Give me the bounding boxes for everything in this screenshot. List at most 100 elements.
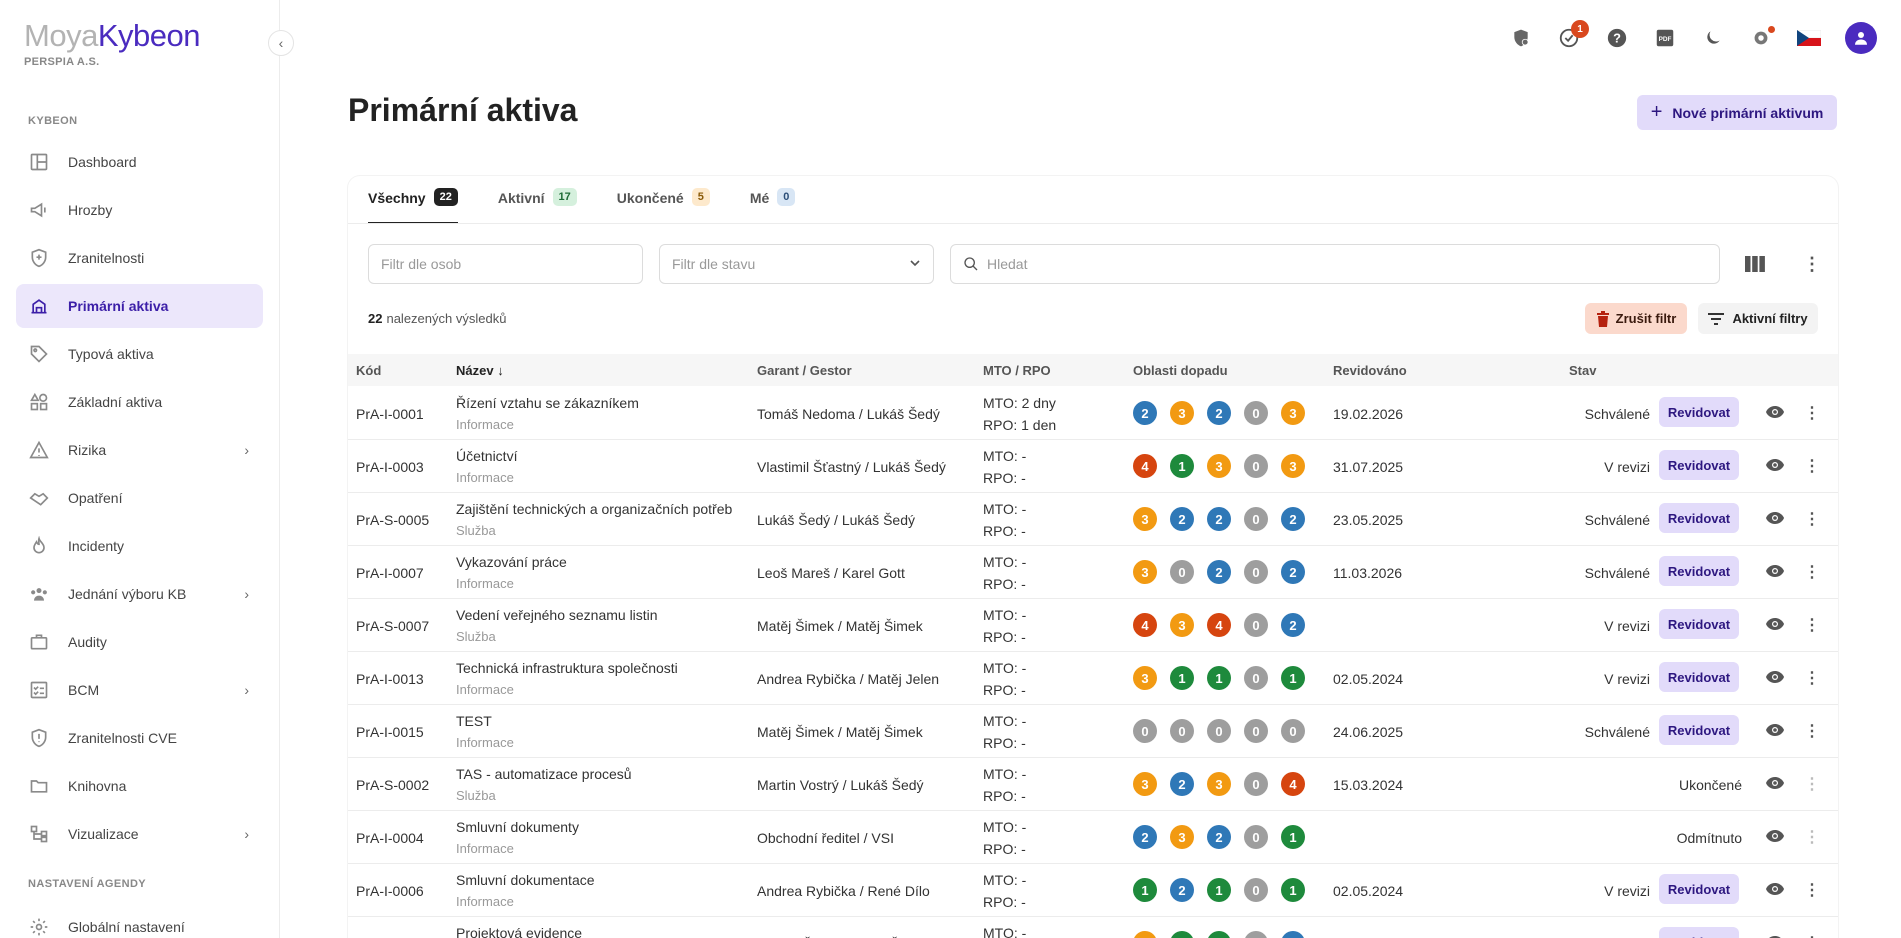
- col-owner[interactable]: Garant / Gestor: [757, 363, 852, 378]
- sidebar-item-základní-aktiva[interactable]: Základní aktiva: [16, 380, 263, 424]
- asset-name[interactable]: Projektová evidence: [456, 925, 582, 938]
- eye-icon[interactable]: [1766, 882, 1784, 899]
- eye-icon[interactable]: [1766, 617, 1784, 634]
- sidebar-item-zranitelnosti[interactable]: Zranitelnosti: [16, 236, 263, 280]
- table-row[interactable]: PrA-I-0013 Technická infrastruktura spole…: [348, 652, 1838, 705]
- asset-name[interactable]: Vedení veřejného seznamu listin: [456, 607, 658, 623]
- settings-icon[interactable]: [1749, 26, 1775, 50]
- search-input[interactable]: Hledat: [950, 244, 1720, 284]
- tab-active[interactable]: Aktivní 17: [498, 186, 577, 224]
- table-row[interactable]: PrA-I-0003 Účetnictví Informace Vlastimil Š…: [348, 440, 1838, 493]
- collapse-sidebar-button[interactable]: ‹: [268, 30, 294, 56]
- avatar[interactable]: [1845, 22, 1877, 54]
- revise-button[interactable]: Revidovat: [1659, 662, 1739, 692]
- columns-icon[interactable]: [1745, 255, 1765, 278]
- more-vert-icon[interactable]: ⋮: [1804, 827, 1820, 847]
- more-vert-icon[interactable]: ⋮: [1804, 403, 1820, 423]
- eye-icon[interactable]: [1766, 723, 1784, 740]
- table-row[interactable]: PrA-I-0007 Vykazování práce Informace Leoš …: [348, 546, 1838, 599]
- asset-name[interactable]: Vykazování práce: [456, 554, 567, 570]
- asset-name[interactable]: TEST: [456, 713, 492, 729]
- pdf-icon[interactable]: PDF: [1653, 26, 1677, 50]
- security-icon[interactable]: [1509, 26, 1533, 50]
- asset-name[interactable]: Smluvní dokumenty: [456, 819, 579, 835]
- revise-button[interactable]: Revidovat: [1659, 609, 1739, 639]
- eye-icon[interactable]: [1766, 829, 1784, 846]
- sidebar-item-zranitelnosti-cve[interactable]: Zranitelnosti CVE: [16, 716, 263, 760]
- sidebar-item-knihovna[interactable]: Knihovna: [16, 764, 263, 808]
- czech-flag-icon[interactable]: [1797, 26, 1821, 50]
- more-vert-icon[interactable]: ⋮: [1804, 456, 1820, 476]
- table-row[interactable]: PrA-S-0002 TAS - automatizace procesů Služ…: [348, 758, 1838, 811]
- revise-button[interactable]: Revidovat: [1659, 397, 1739, 427]
- more-vert-icon[interactable]: ⋮: [1804, 933, 1820, 938]
- revise-button[interactable]: Revidovat: [1659, 927, 1739, 938]
- eye-icon[interactable]: [1766, 458, 1784, 475]
- tab-all[interactable]: Všechny 22: [368, 186, 458, 224]
- table-row[interactable]: PrA-S-0005 Zajištění technických a organi…: [348, 493, 1838, 546]
- asset-name[interactable]: TAS - automatizace procesů: [456, 766, 632, 782]
- eye-icon[interactable]: [1766, 776, 1784, 793]
- revise-button[interactable]: Revidovat: [1659, 450, 1739, 480]
- revise-button[interactable]: Revidovat: [1659, 715, 1739, 745]
- table-row[interactable]: PrA-I-0008Projektová evidenceInformaceVá…: [348, 917, 1838, 938]
- impact-badges: 43402: [1133, 613, 1305, 637]
- table-row[interactable]: PrA-I-0004 Smluvní dokumenty Informace Obch…: [348, 811, 1838, 864]
- clear-filter-button[interactable]: Zrušit filtr: [1585, 303, 1687, 334]
- asset-name[interactable]: Zajištění technických a organizačních po…: [456, 501, 732, 517]
- table-row[interactable]: PrA-S-0007 Vedení veřejného seznamu listi…: [348, 599, 1838, 652]
- tasks-icon[interactable]: 1: [1557, 20, 1589, 50]
- help-icon[interactable]: ?: [1605, 26, 1629, 50]
- col-name[interactable]: Název ↓: [456, 363, 504, 378]
- more-vert-icon[interactable]: ⋮: [1804, 615, 1820, 635]
- table-row[interactable]: PrA-I-0006 Smluvní dokumentace Informace An…: [348, 864, 1838, 917]
- more-vert-icon[interactable]: ⋮: [1804, 721, 1820, 741]
- active-filters-button[interactable]: Aktivní filtry: [1698, 303, 1818, 334]
- more-vert-icon[interactable]: ⋮: [1804, 668, 1820, 688]
- asset-name[interactable]: Smluvní dokumentace: [456, 872, 595, 888]
- more-vert-icon[interactable]: ⋮: [1804, 562, 1820, 582]
- col-mto-rpo[interactable]: MTO / RPO: [983, 363, 1051, 378]
- table-row[interactable]: PrA-I-0001 Řízení vztahu se zákazníkem Inf…: [348, 387, 1838, 440]
- more-vert-icon[interactable]: ⋮: [1804, 774, 1820, 794]
- sidebar-item-global-settings[interactable]: Globální nastavení: [16, 905, 263, 938]
- sidebar-item-dashboard[interactable]: Dashboard: [16, 140, 263, 184]
- col-impact[interactable]: Oblasti dopadu: [1133, 363, 1228, 378]
- more-vert-icon[interactable]: ⋮: [1804, 880, 1820, 900]
- tab-ended[interactable]: Ukončené 5: [617, 186, 710, 224]
- revise-button[interactable]: Revidovat: [1659, 874, 1739, 904]
- asset-name[interactable]: Technická infrastruktura společnosti: [456, 660, 678, 676]
- revise-button[interactable]: Revidovat: [1659, 556, 1739, 586]
- dark-mode-icon[interactable]: [1701, 26, 1725, 50]
- sidebar-item-vizualizace[interactable]: Vizualizace ›: [16, 812, 263, 856]
- tab-mine[interactable]: Mé 0: [750, 186, 796, 224]
- new-primary-asset-button[interactable]: + Nové primární aktivum: [1637, 95, 1837, 130]
- sidebar-item-bcm[interactable]: BCM ›: [16, 668, 263, 712]
- state-filter[interactable]: Filtr dle stavu: [659, 244, 934, 284]
- more-vert-icon[interactable]: ⋮: [1803, 254, 1821, 275]
- eye-icon[interactable]: [1766, 511, 1784, 528]
- revise-button[interactable]: Revidovat: [1659, 503, 1739, 533]
- asset-name[interactable]: Účetnictví: [456, 448, 517, 464]
- col-revised[interactable]: Revidováno: [1333, 363, 1407, 378]
- app-logo[interactable]: MoyaKybeon: [24, 18, 200, 54]
- col-state[interactable]: Stav: [1569, 363, 1596, 378]
- table-row[interactable]: PrA-I-0015 TEST Informace Matěj Šimek / Mat…: [348, 705, 1838, 758]
- sidebar-item-typová-aktiva[interactable]: Typová aktiva: [16, 332, 263, 376]
- more-vert-icon[interactable]: ⋮: [1804, 509, 1820, 529]
- sidebar-item-opatření[interactable]: Opatření: [16, 476, 263, 520]
- col-code[interactable]: Kód: [356, 363, 381, 378]
- eye-icon[interactable]: [1766, 670, 1784, 687]
- eye-icon[interactable]: [1766, 564, 1784, 581]
- sidebar-item-jednání-výboru-kb[interactable]: Jednání výboru KB ›: [16, 572, 263, 616]
- sidebar-item-incidenty[interactable]: Incidenty: [16, 524, 263, 568]
- dashboard-icon: [28, 151, 50, 173]
- sidebar-item-rizika[interactable]: Rizika ›: [16, 428, 263, 472]
- sidebar-item-primární-aktiva[interactable]: Primární aktiva: [16, 284, 263, 328]
- status-badge: Schválené: [1584, 512, 1650, 528]
- asset-name[interactable]: Řízení vztahu se zákazníkem: [456, 395, 639, 411]
- sidebar-item-hrozby[interactable]: Hrozby: [16, 188, 263, 232]
- persons-filter[interactable]: Filtr dle osob: [368, 244, 643, 284]
- eye-icon[interactable]: [1766, 405, 1784, 422]
- sidebar-item-audity[interactable]: Audity: [16, 620, 263, 664]
